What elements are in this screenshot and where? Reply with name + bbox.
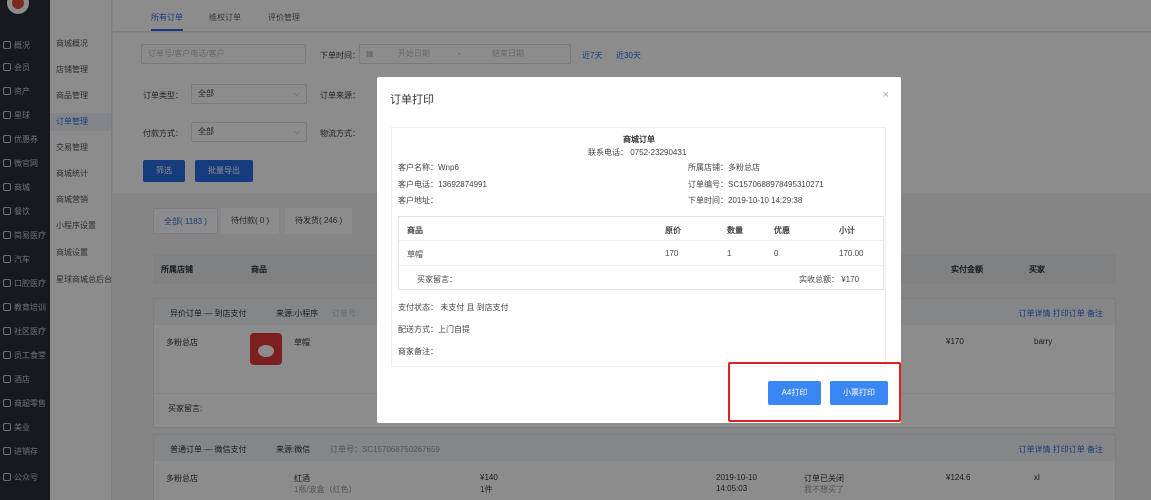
receipt-item-row: 草帽 170 1 0 170.00 [399, 241, 883, 266]
receipt-total: 实收总额： ¥170 [799, 275, 860, 284]
receipt-print-button[interactable]: 小票打印 [830, 381, 888, 405]
close-icon[interactable]: × [883, 89, 889, 101]
receipt-customer-phone: 客户电话：13692874991 [398, 180, 487, 189]
receipt-item-qty: 1 [727, 249, 732, 258]
receipt-pay-status: 支付状态： 未支付 且 到店支付 [398, 303, 509, 312]
print-buttons-highlight: A4打印 小票打印 [728, 362, 901, 422]
receipt-buyer-message: 买家留言： [417, 275, 457, 284]
receipt-col-price: 原价 [665, 226, 681, 235]
receipt-delivery: 配送方式：上门自提 [398, 325, 470, 334]
dialog-title: 订单打印 [390, 94, 434, 106]
receipt-phone: 联系电话： 0752-23290431 [588, 148, 687, 157]
receipt-preview: 商城订单 联系电话： 0752-23290431 客户名称：Wnp6 所属店铺：… [391, 127, 886, 367]
receipt-order-time: 下单时间：2019-10-10 14:29:38 [688, 196, 803, 205]
receipt-item-goods: 草帽 [407, 250, 423, 259]
receipt-merchant-note: 商家备注： [398, 347, 438, 356]
receipt-item-subtotal: 170.00 [839, 249, 864, 258]
receipt-heading: 商城订单 [623, 135, 655, 144]
receipt-order-no: 订单编号：SC1570688978495310271 [688, 180, 824, 189]
a4-print-button[interactable]: A4打印 [768, 381, 821, 405]
receipt-col-goods: 商品 [407, 226, 423, 235]
receipt-item-discount: 0 [774, 249, 779, 258]
receipt-col-qty: 数量 [727, 226, 743, 235]
receipt-summary-row: 买家留言： 实收总额： ¥170 [399, 266, 883, 290]
receipt-shop: 所属店铺：多粉总店 [688, 163, 760, 172]
receipt-table-header: 商品 原价 数量 优惠 小计 [399, 217, 883, 241]
receipt-col-discount: 优惠 [774, 226, 790, 235]
receipt-customer-name: 客户名称：Wnp6 [398, 163, 459, 172]
receipt-col-subtotal: 小计 [839, 226, 855, 235]
receipt-address: 客户地址： [398, 196, 438, 205]
receipt-items-table: 商品 原价 数量 优惠 小计 草帽 170 1 0 170.00 买家留言： 实… [398, 216, 884, 290]
receipt-item-price: 170 [665, 249, 679, 258]
